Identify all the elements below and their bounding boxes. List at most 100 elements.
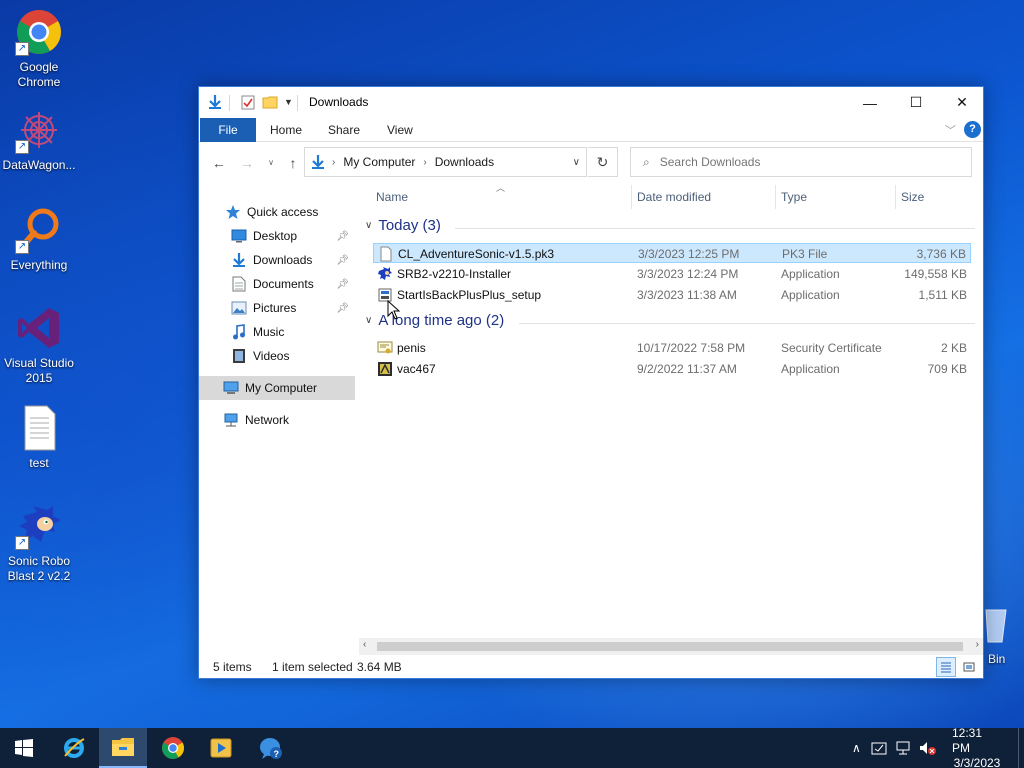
file-row[interactable]: penis 10/17/2022 7:58 PM Security Certif…	[373, 338, 971, 358]
nav-quick-access[interactable]: Quick access	[225, 201, 318, 223]
close-button[interactable]: ✕	[939, 87, 985, 118]
pin-icon[interactable]: 📌︎	[336, 255, 349, 266]
back-arrow-icon[interactable]: ←	[209, 153, 229, 173]
forward-arrow-icon[interactable]: →	[237, 153, 257, 173]
group-header-long-ago[interactable]: ∨ A long time ago (2)	[365, 312, 504, 329]
taskbar-chrome[interactable]	[149, 728, 197, 768]
refresh-button[interactable]: ↻	[588, 147, 618, 177]
tab-share[interactable]: Share	[316, 118, 372, 142]
large-icons-view-button[interactable]	[959, 657, 979, 677]
file-explorer-window: ▼ Downloads — ☐ ✕ File Home Share View ﹀…	[198, 86, 984, 679]
desktop-icon-chrome[interactable]: ↗ Google Chrome	[1, 8, 77, 90]
start-button[interactable]	[0, 728, 48, 768]
nav-videos[interactable]: Videos	[231, 345, 289, 367]
tab-file[interactable]: File	[200, 118, 256, 142]
column-divider[interactable]	[775, 185, 776, 209]
tab-view[interactable]: View	[375, 118, 425, 142]
volume-muted-icon[interactable]	[919, 740, 937, 756]
text-document-icon	[15, 404, 63, 452]
nav-downloads[interactable]: Downloads 📌︎	[231, 249, 355, 271]
file-date: 10/17/2022 7:58 PM	[637, 341, 746, 355]
scroll-left-icon[interactable]: ‹	[363, 639, 366, 650]
nav-label: Downloads	[253, 253, 313, 267]
pin-icon[interactable]: 📌︎	[336, 231, 349, 242]
videos-folder-icon	[231, 348, 247, 364]
nav-label: Videos	[253, 349, 290, 363]
pin-icon[interactable]: 📌︎	[336, 303, 349, 314]
group-title: Today (3)	[378, 217, 441, 234]
taskbar-file-explorer[interactable]	[99, 728, 147, 768]
address-bar[interactable]: › My Computer › Downloads ∨	[304, 147, 587, 177]
scrollbar-thumb[interactable]	[377, 642, 963, 651]
search-input[interactable]	[659, 155, 940, 169]
breadcrumb-downloads[interactable]: Downloads	[435, 155, 494, 169]
group-header-today[interactable]: ∨ Today (3)	[365, 217, 441, 234]
action-center-icon[interactable]	[871, 740, 887, 756]
nav-label: Music	[253, 325, 285, 339]
help-icon[interactable]: ?	[964, 121, 981, 138]
new-folder-quick-access-icon[interactable]	[262, 93, 278, 111]
file-row[interactable]: StartIsBackPlusPlus_setup 3/3/2023 11:38…	[373, 285, 971, 305]
column-header-size[interactable]: Size	[901, 183, 971, 211]
customize-quick-access-dropdown-icon[interactable]: ▼	[284, 93, 293, 111]
show-desktop-button[interactable]	[1018, 728, 1024, 768]
documents-folder-icon	[231, 276, 247, 292]
nav-music[interactable]: Music	[231, 321, 284, 343]
file-row[interactable]: CL_AdventureSonic-v1.5.pk3 3/3/2023 12:2…	[373, 243, 971, 263]
column-divider[interactable]	[631, 185, 632, 209]
expand-ribbon-chevron-icon[interactable]: ﹀	[945, 122, 956, 138]
column-divider[interactable]	[895, 185, 896, 209]
minimize-button[interactable]: —	[847, 87, 893, 118]
collapse-chevron-icon: ∨	[365, 315, 373, 326]
show-hidden-icons-chevron-icon[interactable]: ∧	[852, 741, 861, 755]
file-date: 3/3/2023 12:25 PM	[638, 247, 740, 261]
desktop-icon-visual-studio[interactable]: Visual Studio 2015	[1, 304, 77, 386]
desktop-icon-everything[interactable]: ↗ Everything	[1, 206, 77, 273]
window-title: Downloads	[309, 95, 369, 109]
horizontal-scrollbar[interactable]: ‹ ›	[359, 638, 983, 655]
file-explorer-icon	[112, 738, 134, 756]
status-selected-count: 1 item selected	[272, 660, 353, 674]
search-box[interactable]: ⌕	[630, 147, 972, 177]
collapse-chevron-icon: ∨	[365, 220, 373, 231]
taskbar-media-player[interactable]	[197, 728, 245, 768]
file-name: CL_AdventureSonic-v1.5.pk3	[398, 247, 555, 261]
recent-locations-dropdown-icon[interactable]: ∨	[261, 153, 281, 173]
column-header-type[interactable]: Type	[781, 183, 893, 211]
group-divider	[519, 323, 975, 324]
properties-quick-access-icon[interactable]	[240, 93, 256, 111]
file-name: vac467	[397, 362, 436, 376]
column-header-date-modified[interactable]: Date modified	[637, 183, 775, 211]
maximize-button[interactable]: ☐	[893, 87, 939, 118]
taskbar-help[interactable]: ?	[247, 728, 295, 768]
desktop-icon-test[interactable]: test	[1, 404, 77, 471]
taskbar-internet-explorer[interactable]	[50, 728, 98, 768]
nav-label: Desktop	[253, 229, 298, 243]
nav-desktop[interactable]: Desktop 📌︎	[231, 225, 355, 247]
pin-icon[interactable]: 📌︎	[336, 279, 349, 290]
desktop-icon-datawagon[interactable]: ↗ DataWagon...	[1, 106, 77, 173]
clock[interactable]: 12:31 PM 3/3/2023	[952, 726, 1002, 768]
nav-documents[interactable]: Documents 📌︎	[231, 273, 355, 295]
column-header-name[interactable]: Name	[376, 183, 631, 211]
file-size: 1,511 KB	[918, 288, 967, 302]
datawagon-icon: ↗	[15, 106, 63, 154]
tab-home[interactable]: Home	[258, 118, 314, 142]
navigation-pane: Quick access Desktop 📌︎ Downloads 📌︎ Doc…	[199, 187, 359, 637]
desktop-icon-sonic[interactable]: ↗ Sonic Robo Blast 2 v2.2	[1, 502, 77, 584]
desktop-icon-label: DataWagon...	[2, 158, 76, 172]
nav-pictures[interactable]: Pictures 📌︎	[231, 297, 355, 319]
downloads-folder-icon	[231, 252, 247, 268]
address-history-chevron-icon[interactable]: ∨	[573, 157, 580, 168]
scroll-right-icon[interactable]: ›	[976, 639, 979, 650]
network-status-icon[interactable]	[895, 740, 911, 756]
file-size: 709 KB	[927, 362, 967, 376]
file-row[interactable]: vac467 9/2/2022 11:37 AM Application 709…	[373, 359, 971, 379]
nav-my-computer[interactable]: My Computer	[223, 377, 317, 399]
file-row[interactable]: SRB2-v2210-Installer 3/3/2023 12:24 PM A…	[373, 264, 971, 284]
up-arrow-icon[interactable]: ↑	[283, 153, 303, 173]
desktop-icon-label: Chrome	[17, 75, 61, 89]
nav-network[interactable]: Network	[223, 409, 289, 431]
breadcrumb-my-computer[interactable]: My Computer	[343, 155, 415, 169]
details-view-button[interactable]	[936, 657, 956, 677]
